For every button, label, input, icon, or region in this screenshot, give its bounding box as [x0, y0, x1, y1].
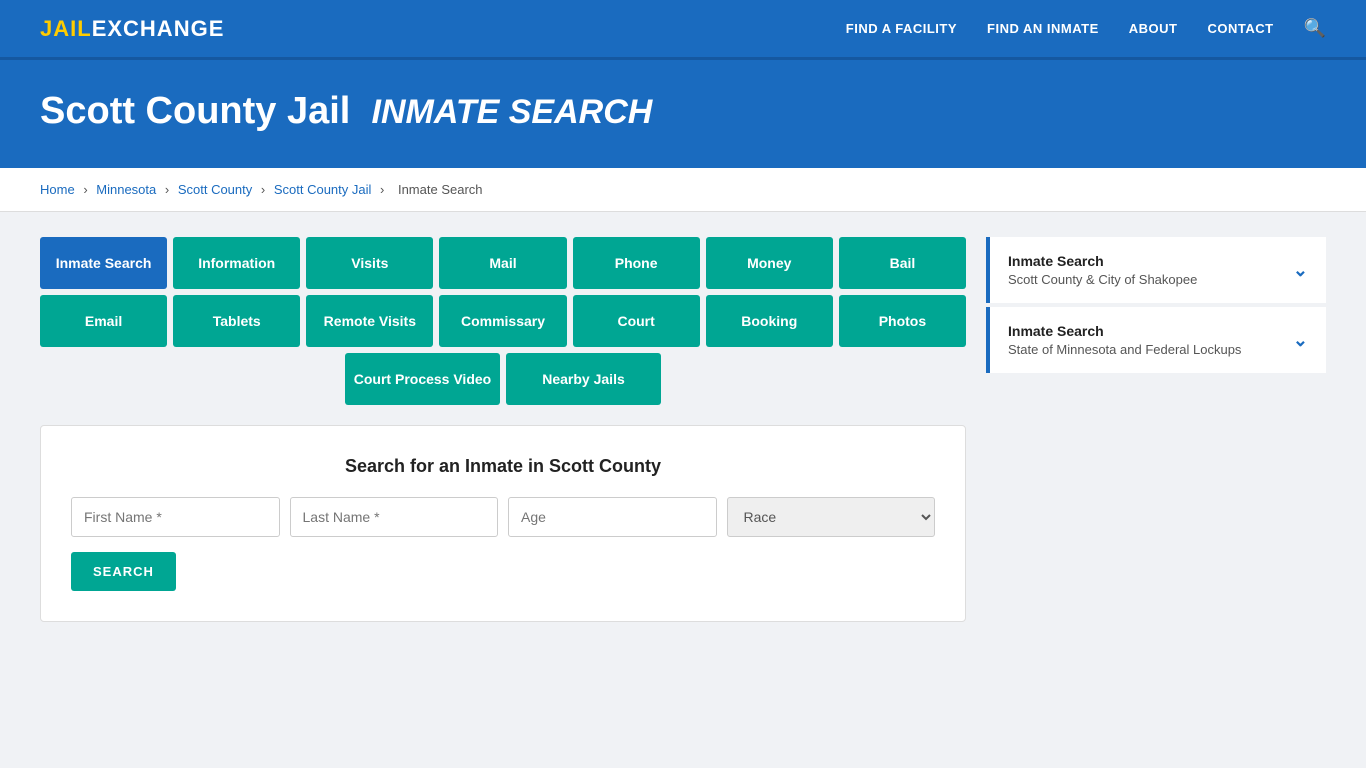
tab-visits[interactable]: Visits	[306, 237, 433, 289]
tab-phone[interactable]: Phone	[573, 237, 700, 289]
left-panel: Inmate Search Information Visits Mail Ph…	[40, 237, 966, 622]
age-input[interactable]	[508, 497, 717, 537]
chevron-down-icon-0: ⌄	[1293, 260, 1308, 281]
nav-links: FIND A FACILITY FIND AN INMATE ABOUT CON…	[846, 18, 1326, 39]
breadcrumb-sep2: ›	[165, 182, 173, 197]
tab-commissary[interactable]: Commissary	[439, 295, 566, 347]
tabs-row2: Email Tablets Remote Visits Commissary C…	[40, 295, 966, 347]
breadcrumb-scott-county-jail[interactable]: Scott County Jail	[274, 182, 372, 197]
tab-inmate-search[interactable]: Inmate Search	[40, 237, 167, 289]
race-select[interactable]: Race White Black Hispanic Asian Other	[727, 497, 936, 537]
logo-jail: JAIL	[40, 16, 92, 41]
page-title: Scott County Jail INMATE SEARCH	[40, 90, 1326, 133]
tab-information[interactable]: Information	[173, 237, 300, 289]
tab-bail[interactable]: Bail	[839, 237, 966, 289]
sidebar-item-1[interactable]: Inmate Search State of Minnesota and Fed…	[986, 307, 1326, 373]
breadcrumb-home[interactable]: Home	[40, 182, 75, 197]
breadcrumb-sep3: ›	[261, 182, 269, 197]
breadcrumb-minnesota[interactable]: Minnesota	[96, 182, 156, 197]
last-name-input[interactable]	[290, 497, 499, 537]
search-fields: Race White Black Hispanic Asian Other	[71, 497, 935, 537]
tab-nearby-jails[interactable]: Nearby Jails	[506, 353, 661, 405]
nav-contact[interactable]: CONTACT	[1207, 21, 1273, 36]
logo-exchange: EXCHANGE	[92, 16, 225, 41]
right-panel: Inmate Search Scott County & City of Sha…	[986, 237, 1326, 377]
nav-about[interactable]: ABOUT	[1129, 21, 1178, 36]
hero-title-italic: INMATE SEARCH	[372, 93, 653, 131]
main-content: Inmate Search Information Visits Mail Ph…	[0, 212, 1366, 647]
tab-court-process-video[interactable]: Court Process Video	[345, 353, 500, 405]
tabs-row3: Court Process Video Nearby Jails	[40, 353, 966, 405]
breadcrumb-current: Inmate Search	[398, 182, 483, 197]
breadcrumb-sep4: ›	[380, 182, 388, 197]
breadcrumb-sep1: ›	[83, 182, 91, 197]
tabs-row1: Inmate Search Information Visits Mail Ph…	[40, 237, 966, 289]
sidebar-item-0-text: Inmate Search Scott County & City of Sha…	[1008, 253, 1197, 287]
sidebar-item-0-title: Inmate Search	[1008, 253, 1197, 269]
tab-remote-visits[interactable]: Remote Visits	[306, 295, 433, 347]
tab-tablets[interactable]: Tablets	[173, 295, 300, 347]
hero-title-main: Scott County Jail	[40, 90, 350, 132]
hero-section: Scott County Jail INMATE SEARCH	[0, 60, 1366, 168]
tab-mail[interactable]: Mail	[439, 237, 566, 289]
tab-photos[interactable]: Photos	[839, 295, 966, 347]
search-title: Search for an Inmate in Scott County	[71, 456, 935, 477]
sidebar-item-1-title: Inmate Search	[1008, 323, 1241, 339]
search-button[interactable]: SEARCH	[71, 552, 176, 591]
sidebar-item-0-subtitle: Scott County & City of Shakopee	[1008, 272, 1197, 287]
sidebar-item-1-subtitle: State of Minnesota and Federal Lockups	[1008, 342, 1241, 357]
breadcrumb-scott-county[interactable]: Scott County	[178, 182, 252, 197]
sidebar-item-0[interactable]: Inmate Search Scott County & City of Sha…	[986, 237, 1326, 303]
tab-court[interactable]: Court	[573, 295, 700, 347]
sidebar-item-1-text: Inmate Search State of Minnesota and Fed…	[1008, 323, 1241, 357]
site-logo[interactable]: JAILEXCHANGE	[40, 16, 224, 42]
first-name-input[interactable]	[71, 497, 280, 537]
tab-money[interactable]: Money	[706, 237, 833, 289]
search-icon[interactable]: 🔍	[1304, 18, 1326, 39]
navbar: JAILEXCHANGE FIND A FACILITY FIND AN INM…	[0, 0, 1366, 60]
search-box: Search for an Inmate in Scott County Rac…	[40, 425, 966, 622]
nav-find-inmate[interactable]: FIND AN INMATE	[987, 21, 1099, 36]
tab-email[interactable]: Email	[40, 295, 167, 347]
tab-booking[interactable]: Booking	[706, 295, 833, 347]
chevron-down-icon-1: ⌄	[1293, 330, 1308, 351]
breadcrumb: Home › Minnesota › Scott County › Scott …	[0, 168, 1366, 212]
nav-find-facility[interactable]: FIND A FACILITY	[846, 21, 957, 36]
